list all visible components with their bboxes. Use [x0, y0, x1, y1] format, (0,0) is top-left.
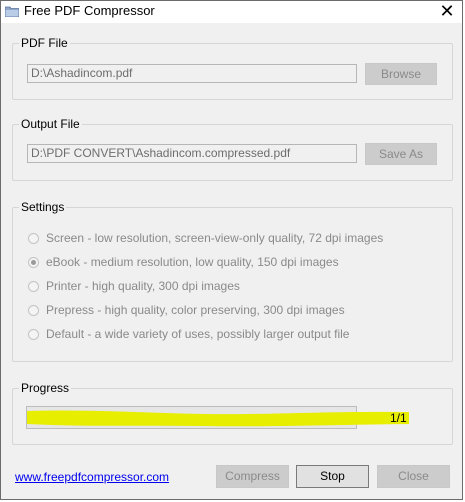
option-screen[interactable]: Screen - low resolution, screen-view-onl… — [28, 229, 383, 247]
highlighter-mark — [27, 410, 409, 427]
stop-button[interactable]: Stop — [296, 465, 369, 488]
radio-screen[interactable] — [28, 232, 39, 244]
app-window: Free PDF Compressor ✕ PDF File D:\Ashadi… — [0, 0, 463, 500]
save-as-button[interactable]: Save As — [365, 143, 437, 165]
browse-button[interactable]: Browse — [365, 63, 437, 85]
option-prepress[interactable]: Prepress - high quality, color preservin… — [28, 301, 345, 319]
website-link[interactable]: www.freepdfcompressor.com — [15, 470, 169, 484]
close-button[interactable]: Close — [377, 465, 450, 488]
option-default-label: Default - a wide variety of uses, possib… — [46, 327, 350, 341]
progress-count: 1/1 — [390, 411, 407, 425]
progress-group-label: Progress — [21, 381, 70, 395]
option-screen-label: Screen - low resolution, screen-view-onl… — [46, 231, 384, 245]
option-ebook-label: eBook - medium resolution, low quality, … — [46, 255, 339, 269]
option-printer[interactable]: Printer - high quality, 300 dpi images — [28, 277, 240, 295]
pdf-file-path-field[interactable]: D:\Ashadincom.pdf — [27, 64, 357, 83]
radio-default[interactable] — [28, 328, 39, 340]
output-file-group-label: Output File — [21, 117, 80, 131]
radio-printer[interactable] — [28, 280, 39, 292]
option-printer-label: Printer - high quality, 300 dpi images — [46, 279, 240, 293]
settings-group-label: Settings — [21, 200, 65, 214]
option-default[interactable]: Default - a wide variety of uses, possib… — [28, 325, 349, 343]
option-ebook[interactable]: eBook - medium resolution, low quality, … — [28, 253, 339, 271]
radio-ebook[interactable] — [28, 256, 39, 268]
radio-prepress[interactable] — [28, 304, 39, 316]
title-bar: Free PDF Compressor ✕ — [1, 1, 462, 23]
close-icon[interactable]: ✕ — [432, 1, 462, 23]
window-title: Free PDF Compressor — [24, 3, 155, 18]
folder-icon — [5, 6, 19, 17]
compress-button[interactable]: Compress — [216, 465, 289, 488]
output-file-path-field[interactable]: D:\PDF CONVERT\Ashadincom.compressed.pdf — [27, 144, 357, 163]
option-prepress-label: Prepress - high quality, color preservin… — [46, 303, 345, 317]
pdf-file-group-label: PDF File — [21, 36, 68, 50]
